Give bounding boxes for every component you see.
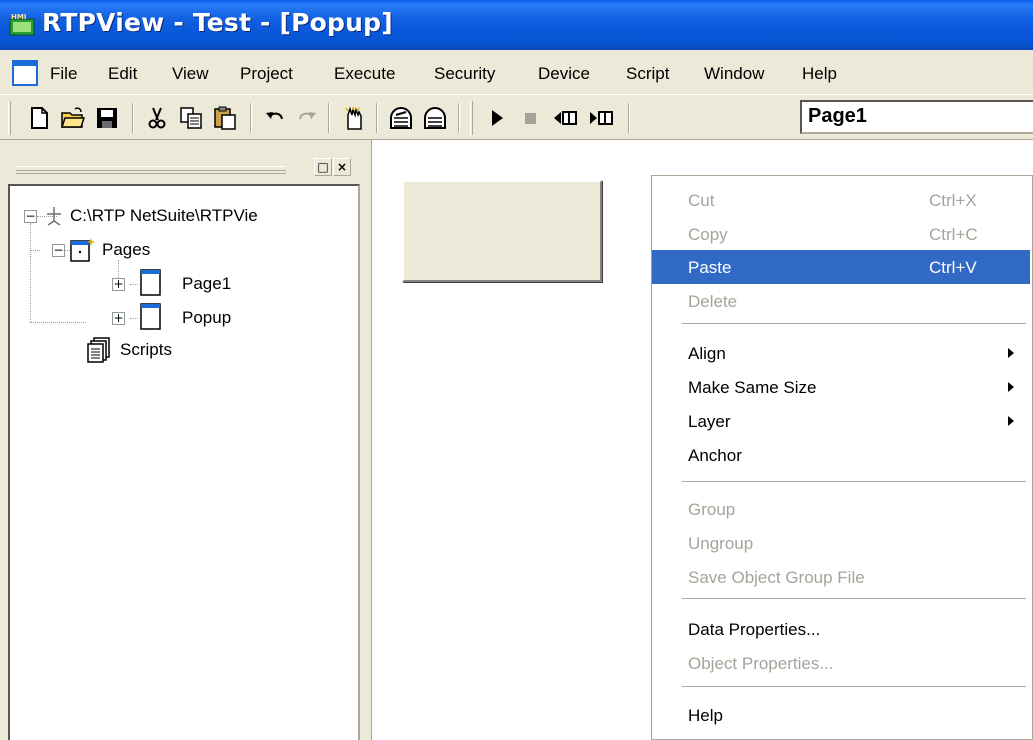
project-tree[interactable]: − C:\RTP NetSuite\RTPVie − Pages + Page1… [8, 184, 360, 740]
menu-item-data-properties[interactable]: Data Properties... [652, 612, 1030, 646]
menu-separator [682, 481, 1026, 483]
scripts-icon [87, 337, 110, 363]
stop-icon[interactable] [516, 103, 546, 133]
toolbar-grip[interactable] [8, 101, 11, 135]
open-folder-icon[interactable] [58, 103, 88, 133]
pages-folder-icon [70, 238, 95, 262]
menu-item-anchor[interactable]: Anchor [652, 438, 1030, 472]
tree-page1-label[interactable]: Page1 [182, 274, 231, 294]
paste-icon[interactable] [210, 103, 240, 133]
context-menu: Cut Ctrl+X Copy Ctrl+C Paste Ctrl+V Delete … [651, 175, 1033, 740]
new-document-icon[interactable] [24, 103, 54, 133]
project-panel: □ × − C:\RTP NetSuite\RTPVie − Pages + P… [0, 148, 362, 740]
submenu-arrow-icon [1008, 416, 1014, 426]
document-window-icon[interactable] [12, 60, 38, 86]
redo-icon[interactable] [292, 103, 322, 133]
menu-separator [682, 686, 1026, 688]
menu-separator [682, 323, 1026, 325]
expand-popup-toggle[interactable]: + [112, 312, 125, 325]
menu-item-cut[interactable]: Cut Ctrl+X [652, 183, 1030, 217]
menu-item-save-object-group-file[interactable]: Save Object Group File [652, 560, 1030, 594]
menu-execute[interactable]: Execute [334, 64, 395, 84]
panel-splitter[interactable] [362, 140, 372, 740]
collapse-pages-toggle[interactable]: − [52, 244, 65, 257]
copy-icon[interactable] [176, 103, 206, 133]
tree-scripts-label[interactable]: Scripts [120, 340, 172, 360]
menu-bar: File Edit View Project Execute Security … [0, 56, 1033, 90]
toolbar-separator [458, 103, 460, 133]
collapse-root-toggle[interactable]: − [24, 210, 37, 223]
toolbar-separator [376, 103, 378, 133]
title-bar[interactable]: HMI RTPView - Test - [Popup] [0, 0, 1033, 50]
toolbar-grip[interactable] [470, 101, 473, 135]
play-icon[interactable] [482, 103, 512, 133]
panel-grip[interactable] [16, 166, 286, 174]
window-title: RTPView - Test - [Popup] [42, 8, 393, 37]
save-icon[interactable] [92, 103, 122, 133]
pointer-hand-icon[interactable] [338, 103, 368, 133]
tree-connector [30, 223, 31, 257]
back-layer-icon[interactable] [420, 103, 450, 133]
menu-separator [682, 598, 1026, 600]
cut-icon[interactable] [142, 103, 172, 133]
tree-pages-label[interactable]: Pages [102, 240, 150, 260]
menu-help[interactable]: Help [802, 64, 837, 84]
menu-item-object-properties[interactable]: Object Properties... [652, 646, 1030, 680]
submenu-arrow-icon [1008, 382, 1014, 392]
menu-security[interactable]: Security [434, 64, 495, 84]
menu-view[interactable]: View [172, 64, 209, 84]
page-document-icon [140, 303, 161, 330]
toolbar-separator [250, 103, 252, 133]
menu-item-copy[interactable]: Copy Ctrl+C [652, 217, 1030, 251]
page-document-icon [140, 269, 161, 296]
close-icon[interactable]: × [333, 158, 351, 176]
menu-item-align[interactable]: Align [652, 336, 1030, 370]
tree-connector [30, 257, 31, 322]
menu-item-ungroup[interactable]: Ungroup [652, 526, 1030, 560]
submenu-arrow-icon [1008, 348, 1014, 358]
step-back-icon[interactable] [550, 103, 580, 133]
tree-connector [130, 318, 138, 319]
menu-file[interactable]: File [50, 64, 77, 84]
menu-item-group[interactable]: Group [652, 492, 1030, 526]
tree-connector [30, 250, 40, 251]
project-root-icon [47, 207, 61, 226]
expand-page1-toggle[interactable]: + [112, 278, 125, 291]
toolbar-separator [132, 103, 134, 133]
restore-icon[interactable]: □ [314, 158, 332, 176]
menu-window[interactable]: Window [704, 64, 764, 84]
page-selector[interactable]: Page1 [800, 100, 1033, 134]
menu-project[interactable]: Project [240, 64, 293, 84]
svg-text:HMI: HMI [11, 13, 26, 21]
tree-connector [130, 284, 138, 285]
menu-device[interactable]: Device [538, 64, 590, 84]
toolbar-separator [328, 103, 330, 133]
menu-item-help[interactable]: Help [652, 698, 1030, 732]
menu-edit[interactable]: Edit [108, 64, 137, 84]
front-layer-icon[interactable] [386, 103, 416, 133]
menu-item-paste[interactable]: Paste Ctrl+V [652, 250, 1030, 284]
step-forward-icon[interactable] [586, 103, 616, 133]
toolbar-separator [628, 103, 630, 133]
menu-item-layer[interactable]: Layer [652, 404, 1030, 438]
canvas-rectangle-object[interactable] [402, 180, 602, 282]
menu-item-make-same-size[interactable]: Make Same Size [652, 370, 1030, 404]
undo-icon[interactable] [260, 103, 290, 133]
hmi-app-icon[interactable]: HMI [8, 11, 36, 39]
tree-root-label[interactable]: C:\RTP NetSuite\RTPVie [70, 206, 258, 226]
menu-script[interactable]: Script [626, 64, 669, 84]
tree-connector [30, 322, 86, 323]
tree-popup-label[interactable]: Popup [182, 308, 231, 328]
menu-item-delete[interactable]: Delete [652, 284, 1030, 318]
